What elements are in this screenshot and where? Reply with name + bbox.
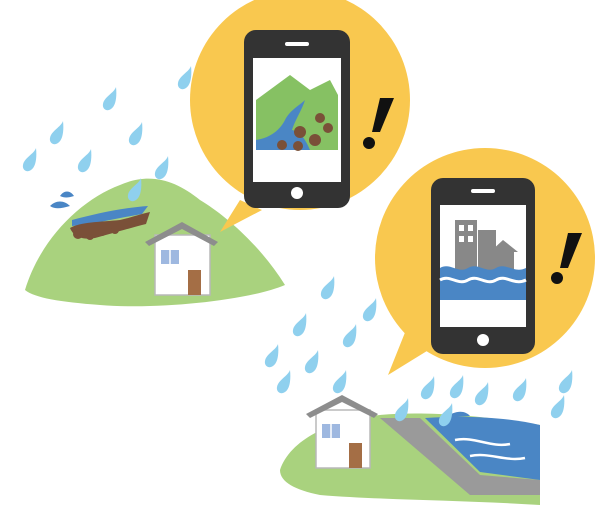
raindrop-icon xyxy=(276,370,291,394)
smartphone-flood-warning-icon xyxy=(431,178,535,354)
raindrop-icon xyxy=(22,148,37,172)
raindrop-icon xyxy=(449,375,464,399)
raindrop-icon xyxy=(550,395,565,419)
alert-bubble-flood xyxy=(375,148,595,375)
disaster-alert-illustration xyxy=(22,0,595,505)
raindrop-icon xyxy=(128,122,143,146)
raindrop-icon xyxy=(558,370,573,394)
raindrop-icon xyxy=(49,121,64,145)
house-icon xyxy=(306,395,378,469)
raindrop-icon xyxy=(264,344,279,368)
raindrop-icon xyxy=(320,276,335,300)
raindrop-icon xyxy=(332,370,347,394)
raindrop-icon xyxy=(304,350,319,374)
raindrop-icon xyxy=(102,87,117,111)
raindrop-icon xyxy=(512,378,527,402)
smartphone-landslide-warning-icon xyxy=(244,30,350,208)
alert-bubble-landslide xyxy=(190,0,410,232)
raindrop-icon xyxy=(77,149,92,173)
flood-scene xyxy=(280,395,540,505)
raindrop-icon xyxy=(362,298,377,322)
raindrop-icon xyxy=(420,376,435,400)
raindrop-icon xyxy=(154,156,169,180)
raindrop-icon xyxy=(342,324,357,348)
raindrop-icon xyxy=(292,313,307,337)
raindrop-icon xyxy=(177,66,192,90)
raindrop-icon xyxy=(474,382,489,406)
